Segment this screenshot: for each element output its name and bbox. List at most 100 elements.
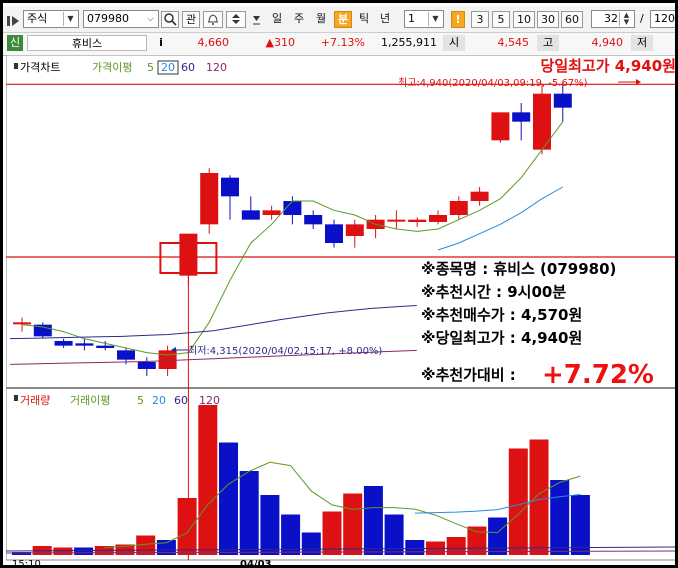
high-marker: 최고:4,940(2020/04/03,09:19, -5.67%) (398, 77, 588, 89)
legend-main: 가격차트 (20, 61, 60, 74)
candle-body (470, 191, 489, 201)
price-change: ▲310 (265, 36, 295, 49)
current-price: 4,660 (197, 36, 230, 49)
callout-stock-name: ※종목명 : 휴비스 (079980) (421, 260, 616, 278)
spinner-icon (232, 14, 240, 24)
legend-marker (14, 395, 18, 401)
callout-buy-price: ※추천매수가 : 4,570원 (421, 306, 582, 324)
volume-bar (219, 442, 238, 555)
candle-body (13, 322, 31, 325)
volume-bar (570, 495, 590, 555)
open-price: 4,545 (497, 36, 530, 49)
candle-body (449, 201, 468, 215)
callout-ratio-value: +7.72% (542, 360, 654, 390)
candle-body (262, 210, 281, 215)
candle-body (345, 224, 364, 236)
bell-button[interactable] (203, 11, 223, 28)
period-tick-button[interactable]: 틱 (355, 11, 373, 28)
menu-arrow-icon[interactable] (7, 12, 19, 26)
period-year-button[interactable]: 년 (376, 11, 394, 28)
volume-bar (260, 495, 280, 555)
price-volume-chart: 가격차트 가격이평 5 20 60 120 당일최고가 4,940원 최고:4,… (5, 54, 675, 565)
candle-body (117, 350, 135, 360)
bell-icon (208, 14, 218, 25)
volume-bar (53, 547, 73, 555)
callout-day-high: ※당일최고가 : 4,940원 (421, 329, 582, 347)
candle-body (54, 341, 73, 346)
volume-bar (508, 448, 528, 555)
count-stepper[interactable]: 32 ▲ ▼ (591, 10, 635, 28)
info-button[interactable]: i (153, 35, 169, 51)
updown-spinner[interactable] (226, 11, 246, 28)
stepper-icon[interactable]: ▲ ▼ (619, 12, 633, 26)
market-select[interactable]: 주식 ▼ (23, 10, 79, 28)
period-label: 분 (337, 13, 349, 26)
candle-body (304, 215, 323, 225)
legend-volume-ma-label: 거래이평 (70, 394, 110, 407)
total-count-value: 1200 (654, 12, 675, 25)
stock-code-input[interactable]: 079980 ⌵ (83, 10, 159, 28)
count-separator: / (640, 12, 644, 25)
volume-bar (322, 511, 342, 555)
period-minute-button[interactable]: 분 (334, 11, 352, 28)
separator-icon (251, 12, 263, 26)
candle-body (75, 343, 94, 346)
chevron-down-icon[interactable]: ⌵ (144, 12, 157, 26)
period-week-button[interactable]: 주 (290, 11, 308, 28)
toolbar: 주식 ▼ 079980 ⌵ 관 일 주 월 분 틱 년 1 ▼ ! 3 5 10… (3, 6, 675, 32)
legend-volume-ma120: 120 (199, 394, 220, 407)
interval-select[interactable]: 1 ▼ (404, 10, 444, 28)
interval-label: 60 (565, 13, 579, 26)
volume-bar (74, 547, 94, 555)
interval-value: 1 (408, 12, 415, 25)
interval-5-button[interactable]: 5 (492, 11, 510, 28)
legend-ma120: 120 (206, 61, 227, 74)
candle-body (512, 112, 531, 122)
chevron-down-icon[interactable]: ▼ (428, 12, 442, 26)
count-value: 32 (604, 12, 618, 25)
stock-name[interactable]: 휴비스 (27, 35, 147, 51)
chart-window: 주식 ▼ 079980 ⌵ 관 일 주 월 분 틱 년 1 ▼ ! 3 5 10… (0, 0, 678, 568)
interval-60-button[interactable]: 60 (561, 11, 583, 28)
candle-body (241, 210, 260, 220)
period-label: 일 (271, 12, 283, 25)
candle-body (137, 362, 156, 369)
volume-bar (488, 517, 508, 555)
legend-volume-main: 거래량 (20, 394, 50, 407)
volume-bar (467, 526, 487, 555)
volume-bar (343, 493, 363, 555)
total-count-input[interactable]: 1200 (650, 10, 675, 28)
interval-10-button[interactable]: 10 (513, 11, 535, 28)
legend-ma-label: 가격이평 (92, 61, 132, 74)
high-label: 고 (537, 35, 559, 51)
legend-ma5: 5 (147, 61, 154, 74)
related-label: 관 (185, 13, 197, 26)
volume-bar (529, 439, 549, 555)
legend-ma20: 20 (161, 61, 175, 74)
candle-body (158, 350, 177, 369)
chevron-down-icon[interactable]: ▼ (63, 12, 77, 26)
volume-bar (198, 405, 218, 555)
market-tag: 신 (7, 35, 23, 51)
volume-value: 1,255,911 (381, 36, 437, 49)
alert-badge[interactable]: ! (451, 11, 465, 28)
low-marker: 최저:4,315(2020/04/02,15:17, +8.00%) (188, 345, 382, 357)
callout-time: ※추천시간 : 9시00분 (421, 283, 566, 301)
related-button[interactable]: 관 (182, 11, 200, 28)
interval-30-button[interactable]: 30 (537, 11, 559, 28)
search-button[interactable] (161, 11, 179, 28)
legend-volume-ma60: 60 (174, 394, 188, 407)
open-label: 시 (443, 35, 465, 51)
callout-ratio-label: ※추천가대비 : (421, 366, 516, 384)
stock-code-value: 079980 (87, 12, 129, 25)
interval-label: 30 (541, 13, 555, 26)
legend-marker (14, 63, 18, 69)
period-month-button[interactable]: 월 (312, 11, 330, 28)
volume-bar (363, 486, 383, 555)
candle-body (429, 215, 447, 222)
interval-3-button[interactable]: 3 (471, 11, 489, 28)
chart-area[interactable]: 가격차트 가격이평 5 20 60 120 당일최고가 4,940원 최고:4,… (5, 54, 675, 565)
search-icon (164, 13, 177, 26)
volume-bar (405, 540, 425, 555)
period-day-button[interactable]: 일 (268, 11, 286, 28)
